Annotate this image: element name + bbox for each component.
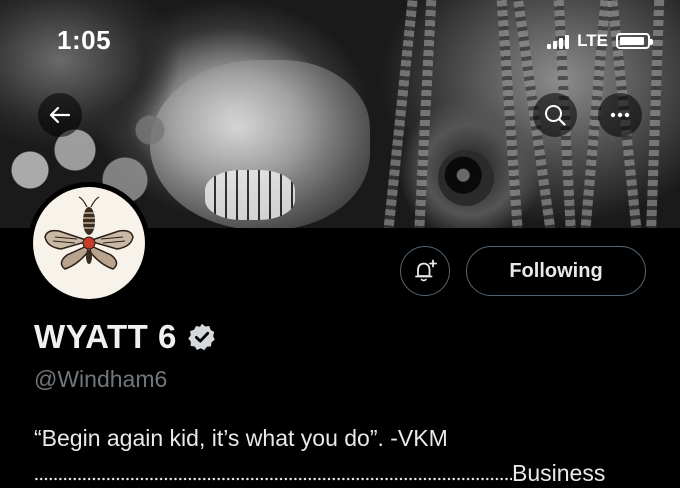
network-type-label: LTE: [577, 31, 608, 50]
cellular-signal-icon: [547, 33, 570, 49]
search-button[interactable]: [533, 93, 577, 137]
verified-badge-icon[interactable]: [187, 322, 217, 352]
profile-display-name-row: WYATT 6: [34, 318, 217, 356]
profile-handle: @Windham6: [34, 366, 168, 392]
bell-plus-icon: [415, 259, 437, 282]
status-bar-time: 1:05: [57, 25, 112, 55]
search-icon: [545, 105, 566, 126]
bio-business-text: Business: [512, 460, 606, 486]
battery-icon: [616, 33, 653, 49]
profile-bio-quote: “Begin again kid, it’s what you do”. -VK…: [34, 425, 448, 451]
notifications-toggle-button[interactable]: [400, 246, 450, 296]
profile-bio-line-2: Business: [34, 460, 605, 487]
more-options-button[interactable]: [598, 93, 642, 137]
bio-dotted-separator: [34, 461, 512, 481]
display-name: WYATT 6: [34, 318, 177, 355]
status-bar-indicators: LTE: [547, 31, 653, 51]
more-horizontal-icon: [610, 112, 630, 118]
avatar-image: [33, 187, 145, 299]
banner-dreadlock: [413, 0, 437, 228]
following-button[interactable]: Following: [466, 246, 646, 296]
moth-icon: [44, 196, 134, 270]
profile-avatar[interactable]: [28, 182, 150, 304]
profile-screen: 1:05 LTE Following WYATT 6 @Windham6 “Be…: [0, 0, 680, 488]
banner-dreadlock: [381, 0, 419, 228]
arrow-left-icon: [49, 106, 71, 124]
back-button[interactable]: [38, 93, 82, 137]
banner-mask-teeth: [205, 170, 295, 220]
banner-eye: [438, 150, 494, 206]
